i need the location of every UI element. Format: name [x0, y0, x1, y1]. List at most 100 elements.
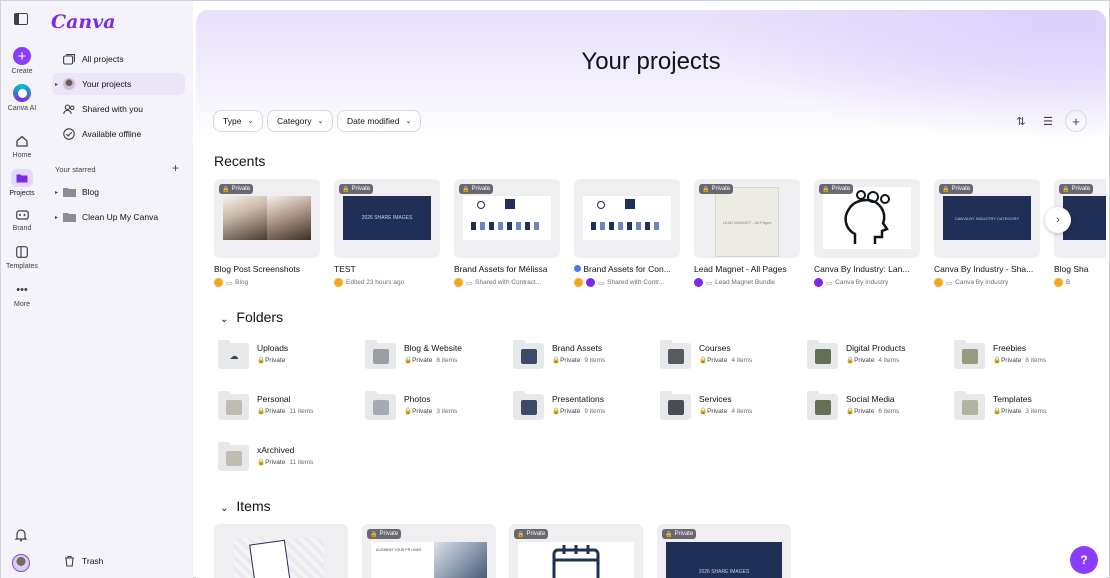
starred-item-blog[interactable]: ▸ Blog [52, 181, 185, 203]
type-filter[interactable]: Type ⌄ [213, 110, 264, 132]
sort-icon[interactable]: ⇅ [1010, 110, 1032, 132]
folders-heading[interactable]: ⌄ Folders [220, 309, 283, 325]
lock-icon: 🔒 [342, 186, 350, 193]
card-meta-text: B [1066, 279, 1071, 286]
sidebar-item-label: Your projects [82, 79, 132, 89]
lock-icon: 🔒 [404, 408, 413, 415]
sidebar-item-available-offline[interactable]: Available offline [52, 123, 185, 145]
recent-card[interactable]: LEAD MAGNET - All Pages 🔒 Private Lead Ma… [694, 179, 800, 287]
recent-card[interactable]: 🔒 Private Blog Post Screenshots ▭ Blog [214, 179, 320, 287]
card-title-text: Brand Assets for Con... [583, 264, 671, 274]
category-filter[interactable]: Category ⌄ [267, 110, 334, 132]
folder-item[interactable]: Personal 🔒Private 11 items [218, 391, 348, 423]
card-meta-text: Blog [235, 279, 249, 286]
item-card[interactable] [214, 524, 348, 578]
card-thumbnail: CANVA BY INDUSTRY CATEGORY 🔒 Private [934, 179, 1040, 258]
canva-ai-button[interactable]: Canva AI [1, 84, 43, 112]
card-title: Brand Assets for Mélissa [454, 264, 548, 274]
card-thumbnail: 🔒 Private [814, 179, 920, 258]
lock-icon: 🔒 [846, 408, 855, 415]
sidebar-toggle-icon[interactable] [14, 13, 28, 25]
add-starred-icon[interactable]: + [172, 161, 179, 175]
card-thumbnail: 🔒 Private [454, 179, 560, 258]
lock-icon: 🔒 [993, 408, 1002, 415]
card-title: Canva By Industry: Lan... [814, 264, 910, 274]
account-avatar[interactable] [12, 554, 30, 572]
projects-button[interactable]: Projects [1, 169, 43, 197]
recent-card[interactable]: CANVA BY INDUSTRY CATEGORY 🔒 Private Canv… [934, 179, 1040, 287]
starred-item-clean-up[interactable]: ▸ Clean Up My Canva [52, 206, 185, 228]
folder-item[interactable]: Templates 🔒Private 3 items [954, 391, 1084, 423]
sidebar-item-trash[interactable]: Trash [52, 550, 185, 572]
home-button[interactable]: Home [1, 133, 43, 159]
folder-item[interactable]: Brand Assets 🔒Private 9 items [513, 340, 643, 372]
canva-logo[interactable]: Canva [51, 11, 116, 33]
date-modified-filter[interactable]: Date modified ⌄ [337, 110, 422, 132]
templates-button[interactable]: Templates [1, 244, 43, 270]
private-badge: 🔒 Private [699, 184, 734, 194]
icon-rail: + Create Canva AI Home Projects Brand Te… [1, 1, 43, 578]
folder-private-label: 🔒Private [404, 357, 433, 364]
people-icon [62, 102, 76, 116]
folder-icon [218, 391, 249, 420]
sidebar-item-shared-with-you[interactable]: Shared with you [52, 98, 185, 120]
folder-meta: 🔒Private 3 items [404, 407, 457, 416]
private-badge: 🔒 Private [1059, 184, 1094, 194]
recent-card[interactable]: 🔒 Private Blog Sha B [1054, 179, 1106, 287]
card-meta: ▭ Lead Magnet Bundle [694, 278, 800, 287]
folder-item[interactable]: ☁ Uploads 🔒Private [218, 340, 348, 372]
folder-icon [62, 210, 76, 224]
card-title: Brand Assets for Con... [574, 264, 680, 274]
sidebar-item-all-projects[interactable]: All projects [52, 48, 185, 70]
folder-name: Social Media [846, 394, 895, 404]
sidebar-item-your-projects[interactable]: ▸ Your projects [52, 73, 185, 95]
carousel-next-icon[interactable]: › [1045, 207, 1071, 233]
private-badge: 🔒 Private [219, 184, 254, 194]
folder-count: 3 items [1025, 407, 1047, 415]
card-thumbnail: 2026 SHARE IMAGES 🔒 Private [334, 179, 440, 258]
create-button[interactable]: + Create [1, 47, 43, 75]
help-button[interactable]: ? [1070, 546, 1098, 574]
folder-name: Personal [257, 394, 291, 404]
items-heading[interactable]: ⌄ Items [220, 498, 271, 514]
chevron-right-icon[interactable]: ▸ [55, 214, 58, 221]
folder-count: 4 items [731, 407, 753, 415]
folder-item[interactable]: Freebies 🔒Private 8 items [954, 340, 1084, 372]
folder-item[interactable]: Social Media 🔒Private 6 items [807, 391, 937, 423]
folder-name: Photos [404, 394, 431, 404]
chevron-down-icon: ⌄ [220, 314, 229, 325]
recent-card[interactable]: 🔒 Private Canva By Industry: Lan... ▭ Canv… [814, 179, 920, 287]
list-view-icon[interactable]: ☰ [1037, 110, 1059, 132]
folder-private-label: 🔒Private [993, 357, 1022, 364]
folder-item[interactable]: Photos 🔒Private 3 items [365, 391, 495, 423]
folder-item[interactable]: Services 🔒Private 4 items [660, 391, 790, 423]
sidebar-item-label: All projects [82, 54, 124, 64]
card-meta: ▭ Canva By Industry [814, 278, 920, 287]
folder-name: Digital Products [846, 343, 906, 353]
recent-card[interactable]: 🔒 Private Brand Assets for Mélissa ▭ Share… [454, 179, 560, 287]
brand-button[interactable]: Brand [1, 206, 43, 232]
more-button[interactable]: ••• More [1, 282, 43, 308]
folder-item[interactable]: Blog & Website 🔒Private 8 items [365, 340, 495, 372]
folder-item[interactable]: Presentations 🔒Private 9 items [513, 391, 643, 423]
item-card[interactable]: 🔒 Private [509, 524, 643, 578]
folder-item[interactable]: Courses 🔒Private 4 items [660, 340, 790, 372]
folder-name: Freebies [993, 343, 1027, 353]
badge-label: Private [711, 186, 731, 192]
chevron-down-icon: ⌄ [405, 118, 412, 125]
home-icon [14, 133, 30, 149]
recent-card[interactable]: 2026 SHARE IMAGES 🔒 Private TEST Edited 2… [334, 179, 440, 287]
item-card[interactable]: 2026 SHARE IMAGES 🔒 Private [657, 524, 791, 578]
page-title: Your projects [581, 48, 721, 75]
folder-icon [513, 391, 544, 420]
folder-item[interactable]: xArchived 🔒Private 11 items [218, 442, 348, 474]
notifications-bell-icon[interactable] [14, 528, 28, 547]
home-label: Home [12, 152, 32, 159]
item-card[interactable]: AUGMENT YOUR PR LINKS 🔒 Private [362, 524, 496, 578]
chevron-right-icon[interactable]: ▸ [55, 189, 58, 196]
add-new-icon[interactable]: + [1065, 110, 1087, 132]
folder-item[interactable]: Digital Products 🔒Private 4 items [807, 340, 937, 372]
private-badge: 🔒 Private [459, 184, 494, 194]
lock-icon: 🔒 [942, 186, 950, 193]
recent-card[interactable]: Brand Assets for Con... ▭ Shared with Con… [574, 179, 680, 287]
